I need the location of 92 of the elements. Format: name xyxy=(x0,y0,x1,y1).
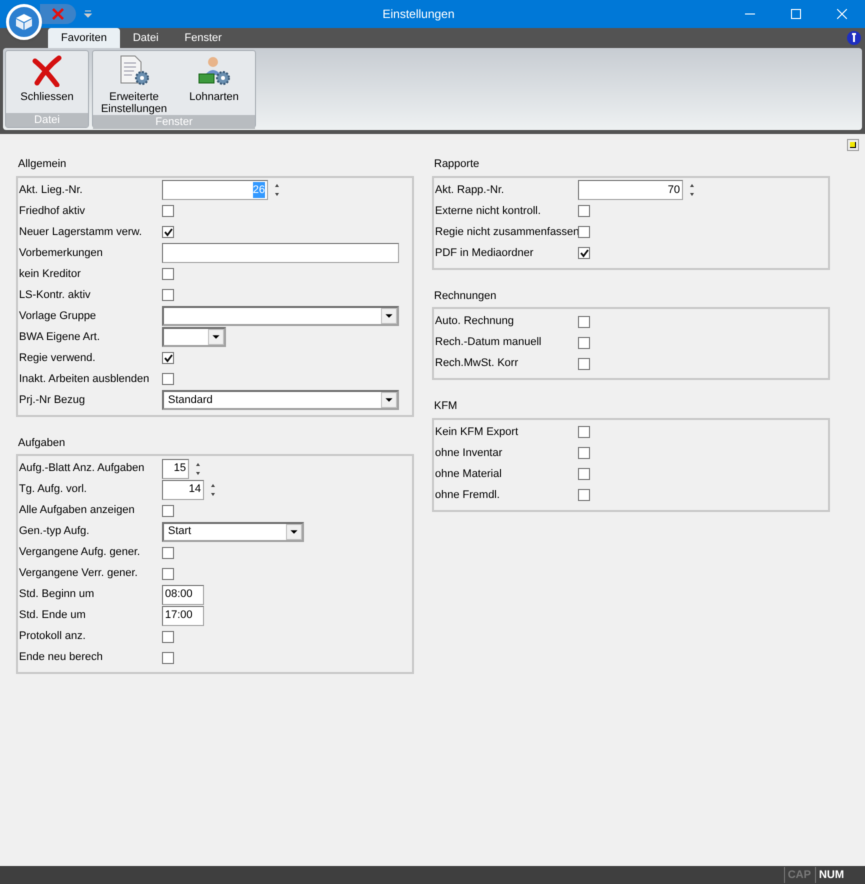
field-label: Protokoll anz. xyxy=(19,629,87,644)
maximize-icon xyxy=(791,9,801,19)
field-label: Std. Ende um xyxy=(19,608,87,624)
checkbox[interactable] xyxy=(162,568,174,580)
ribbon-button[interactable]: Schliessen xyxy=(8,53,86,113)
close-icon xyxy=(837,9,847,19)
field-label: Akt. Rapp.-Nr. xyxy=(435,182,506,198)
checkbox[interactable] xyxy=(162,268,174,280)
window-title: Einstellungen xyxy=(381,6,456,23)
field-label: Rech.-Datum manuell xyxy=(435,335,542,350)
field-label: Aufg.-Blatt Anz. Aufgaben xyxy=(19,461,146,476)
checkbox[interactable] xyxy=(162,652,174,664)
field-label: Gen.-typ Aufg. xyxy=(19,524,90,540)
checkbox[interactable] xyxy=(162,504,174,516)
field-label: Regie verwend. xyxy=(19,350,96,366)
checkbox[interactable] xyxy=(162,205,174,217)
status-indicator: NUM xyxy=(814,866,847,884)
field-label: Vergangene Verr. gener. xyxy=(19,566,139,582)
field-label: Akt. Lieg.-Nr. xyxy=(19,182,84,198)
section-title: Allgemein xyxy=(17,157,68,172)
ribbon-tab[interactable]: Favoriten xyxy=(48,28,120,48)
field-label: PDF in Mediaordner xyxy=(435,246,534,261)
field-label: Regie nicht zusammenfassen xyxy=(435,224,578,240)
field-label: BWA Eigene Art. xyxy=(19,330,101,345)
field-label: Inakt. Arbeiten ausblenden xyxy=(19,372,150,387)
person-gear-icon xyxy=(196,55,232,87)
pin-button[interactable] xyxy=(847,139,859,151)
field-label: Neuer Lagerstamm verw. xyxy=(19,224,143,240)
field-label: ohne Material xyxy=(435,466,503,482)
caret-icon xyxy=(286,524,302,540)
dropdown[interactable] xyxy=(162,327,226,347)
checkbox[interactable] xyxy=(162,630,174,642)
field-label: Kein KFM Export xyxy=(435,424,520,440)
field-label: Auto. Rechnung xyxy=(435,314,515,330)
group-label: Datei xyxy=(6,113,88,127)
checkbox[interactable] xyxy=(578,447,590,459)
field-label: Vorbemerkungen xyxy=(19,246,104,261)
checkbox[interactable] xyxy=(578,205,590,217)
dropdown[interactable]: Standard xyxy=(162,390,399,410)
checkbox[interactable] xyxy=(578,489,590,501)
ribbon-button[interactable]: Lohnarten xyxy=(175,53,253,115)
field-label: ohne Inventar xyxy=(435,446,504,461)
checkbox[interactable] xyxy=(162,289,174,301)
checkbox[interactable] xyxy=(162,373,174,385)
section-title: Aufgaben xyxy=(17,436,66,450)
field-label: Tg. Aufg. vorl. xyxy=(19,482,88,498)
dropdown[interactable] xyxy=(162,306,399,326)
text-field[interactable]: 17:00 xyxy=(162,606,204,626)
status-indicator: CAP xyxy=(784,866,814,884)
field-label: Externe nicht kontroll. xyxy=(435,204,542,219)
section-title: KFM xyxy=(433,399,458,414)
text-field[interactable]: 08:00 xyxy=(162,584,204,604)
field-label: Friedhof aktiv xyxy=(19,204,86,219)
checkbox[interactable] xyxy=(578,336,590,348)
text-field[interactable] xyxy=(162,243,399,263)
field-label: LS-Kontr. aktiv xyxy=(19,288,92,303)
quick-access-button[interactable] xyxy=(40,4,76,24)
group-label: Fenster xyxy=(93,115,255,129)
field-label: Alle Aufgaben anzeigen xyxy=(19,503,136,518)
info-icon[interactable] xyxy=(847,31,861,45)
dropdown-arrow-icon[interactable] xyxy=(84,10,92,18)
field-label: Rech.MwSt. Korr xyxy=(435,356,520,372)
cross-icon xyxy=(31,55,63,87)
checkbox[interactable] xyxy=(162,226,174,238)
cross-icon xyxy=(51,7,65,21)
section-title: Rapporte xyxy=(433,157,480,172)
field-label: Ende neu berech xyxy=(19,650,104,666)
checkbox[interactable] xyxy=(578,358,590,370)
checkbox[interactable] xyxy=(578,426,590,438)
dropdown[interactable]: Start xyxy=(162,522,304,542)
ribbon-button[interactable]: Erweiterte Einstellungen xyxy=(95,53,173,115)
number-field[interactable]: 14 xyxy=(162,480,204,500)
field-label: ohne Fremdl. xyxy=(435,488,501,503)
number-field[interactable]: 15 xyxy=(162,458,189,478)
checkbox[interactable] xyxy=(578,468,590,480)
checkbox[interactable] xyxy=(578,247,590,259)
field-label: Std. Beginn um xyxy=(19,587,96,602)
number-field[interactable]: 70 xyxy=(578,180,683,200)
field-label: Prj.-Nr Bezug xyxy=(19,392,86,408)
section-title: Rechnungen xyxy=(433,288,498,304)
caret-icon xyxy=(381,308,397,324)
ribbon-tab[interactable]: Datei xyxy=(120,28,172,48)
checkbox[interactable] xyxy=(578,226,590,238)
field-label: Vorlage Gruppe xyxy=(19,308,98,324)
checkbox[interactable] xyxy=(578,316,590,328)
caret-icon xyxy=(208,329,224,345)
caret-icon xyxy=(381,392,397,408)
ribbon-tab[interactable]: Fenster xyxy=(172,28,235,48)
checkbox[interactable] xyxy=(162,546,174,558)
field-label: Vergangene Aufg. gener. xyxy=(19,545,142,560)
checkbox[interactable] xyxy=(162,352,174,364)
field-label: kein Kreditor xyxy=(19,266,82,282)
